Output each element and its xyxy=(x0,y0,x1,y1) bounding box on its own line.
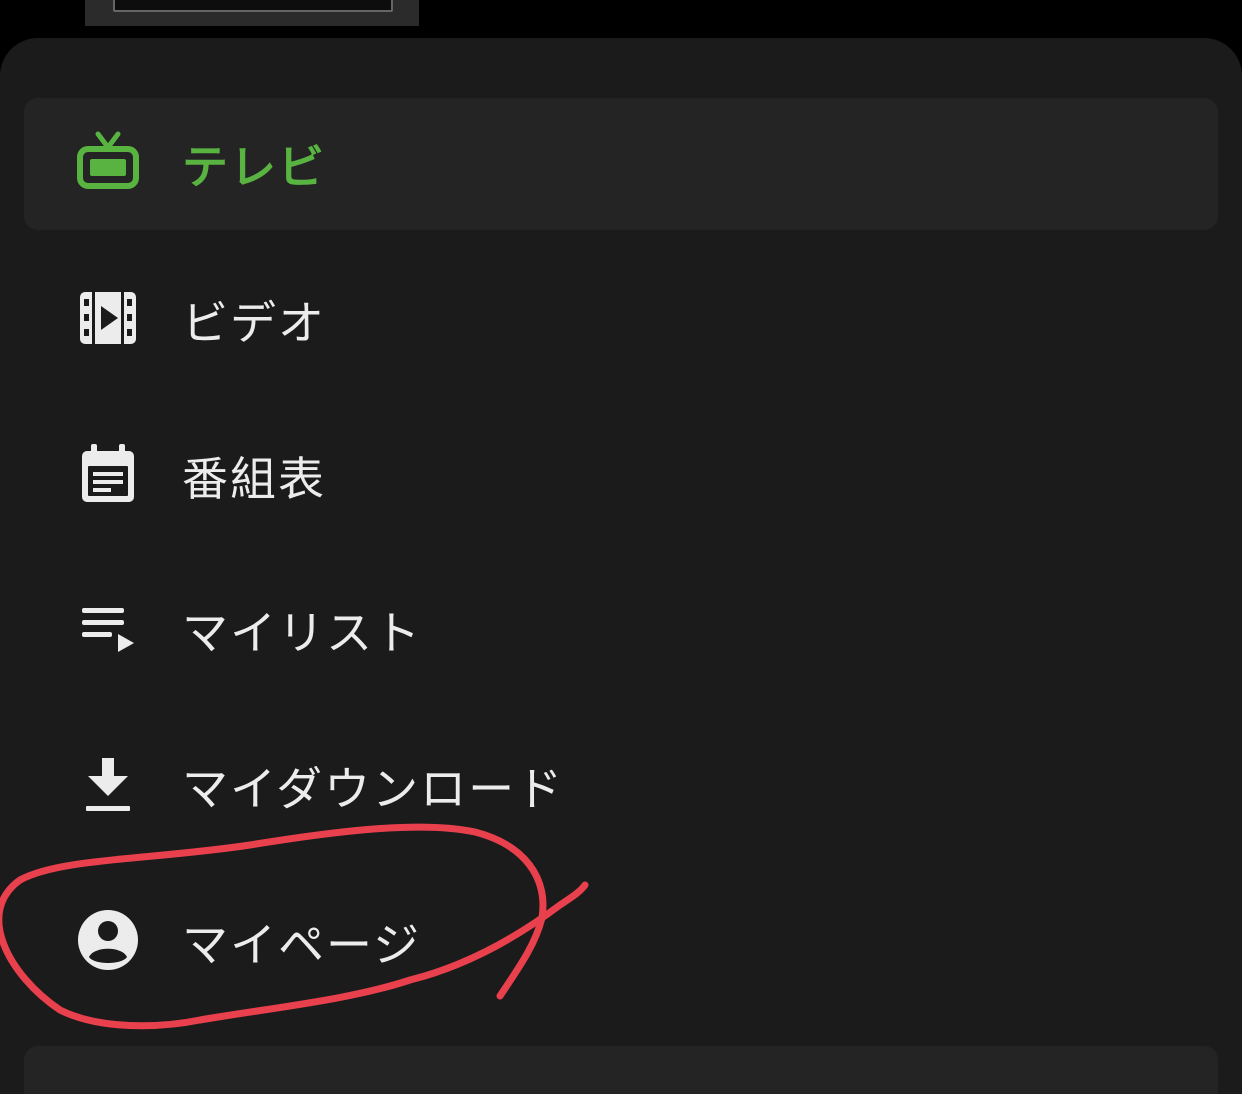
tv-icon xyxy=(77,131,139,189)
menu-item-label: ビデオ xyxy=(182,296,326,350)
screen: テレビ ビデオ 番組表 マイリスト マイダウンロード マイページ xyxy=(0,0,1242,1094)
menu-item-my-downloads[interactable]: マイダウンロード xyxy=(24,720,1218,852)
menu-item-my-page[interactable]: マイページ xyxy=(24,876,1218,1008)
download-icon xyxy=(86,758,130,811)
account-icon xyxy=(78,910,138,970)
menu-item-tv[interactable]: テレビ xyxy=(24,98,1218,230)
playlist-icon xyxy=(82,608,134,652)
calendar-icon xyxy=(82,444,134,502)
menu-item-program-guide[interactable]: 番組表 xyxy=(24,410,1218,542)
menu-item-label: マイページ xyxy=(182,918,422,972)
menu-item-label: マイリスト xyxy=(182,606,422,660)
menu-item-label: マイダウンロード xyxy=(182,762,565,816)
video-thumbnail[interactable] xyxy=(85,0,419,26)
thumbnail-caption-bar xyxy=(113,0,393,12)
menu-item-my-list[interactable]: マイリスト xyxy=(24,564,1218,696)
menu-item-video[interactable]: ビデオ xyxy=(24,254,1218,386)
next-menu-card[interactable] xyxy=(24,1046,1218,1094)
menu-item-label: 番組表 xyxy=(182,452,326,506)
video-icon xyxy=(80,292,136,344)
menu-item-label: テレビ xyxy=(182,140,326,194)
